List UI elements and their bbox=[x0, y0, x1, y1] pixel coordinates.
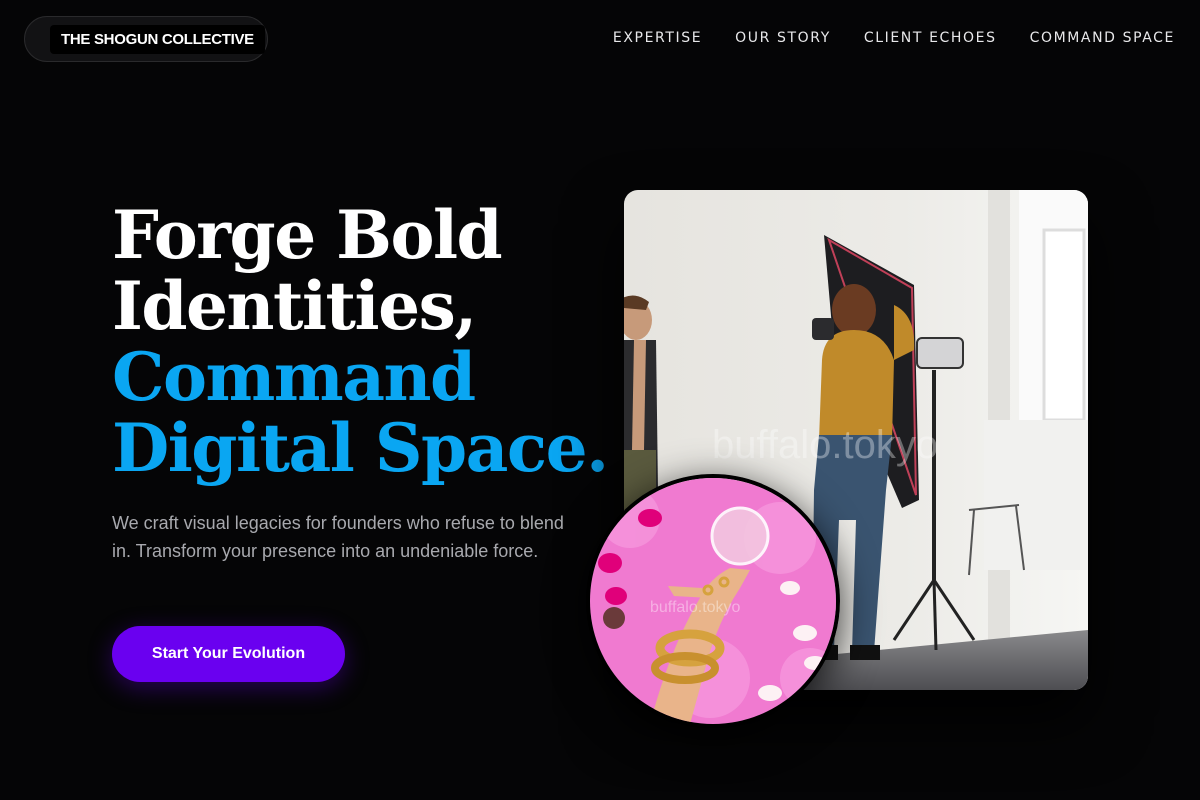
nav-item-client-echoes[interactable]: CLIENT ECHOES bbox=[864, 29, 997, 47]
nav-item-our-story[interactable]: OUR STORY bbox=[735, 29, 831, 47]
hero-title-line-4: Digital Space. bbox=[112, 409, 609, 487]
brand-logo-text: THE SHOGUN COLLECTIVE bbox=[50, 24, 265, 54]
studio-photo-watermark: buffalo.tokyo bbox=[712, 423, 938, 467]
hero-title-line-3: Command bbox=[112, 338, 476, 416]
brand-pill[interactable]: THE SHOGUN COLLECTIVE bbox=[24, 16, 268, 62]
main-nav: EXPERTISE OUR STORY CLIENT ECHOES COMMAN… bbox=[613, 29, 1175, 47]
nav-item-command-space[interactable]: COMMAND SPACE bbox=[1030, 29, 1175, 47]
hero-title-line-1: Forge Bold bbox=[112, 196, 503, 274]
jewelry-photo: buffalo.tokyo bbox=[586, 474, 840, 728]
hero-title-line-2: Identities, bbox=[112, 267, 477, 345]
jewelry-photo-illustration: buffalo.tokyo bbox=[590, 478, 836, 724]
start-evolution-button[interactable]: Start Your Evolution bbox=[112, 626, 345, 682]
hero-subtitle: We craft visual legacies for founders wh… bbox=[112, 513, 564, 561]
hero-title: Forge Bold Identities, Command Digital S… bbox=[112, 200, 612, 484]
jewelry-photo-watermark: buffalo.tokyo bbox=[650, 599, 741, 616]
nav-item-expertise[interactable]: EXPERTISE bbox=[613, 29, 702, 47]
